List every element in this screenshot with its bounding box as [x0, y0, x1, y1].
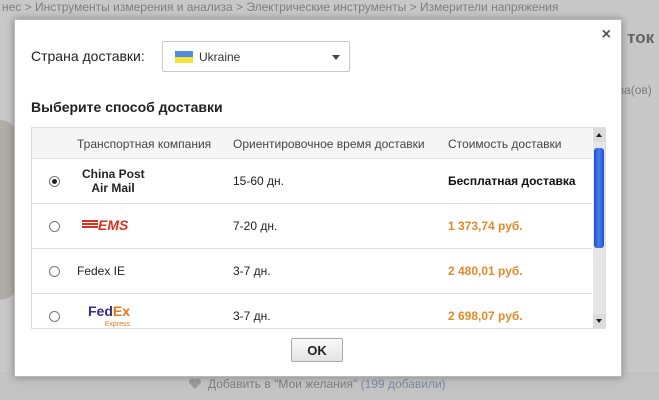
column-cost: Стоимость доставки	[448, 137, 562, 151]
table-header: Транспортная компания Ориентировочное вр…	[32, 128, 592, 159]
table-row[interactable]: Fedex IE 3-7 дн. 2 480,01 руб.	[32, 249, 592, 294]
column-time: Ориентировочное время доставки	[233, 137, 425, 151]
carrier-china-post: China Post Air Mail	[82, 167, 145, 195]
shipping-table: Транспортная компания Ориентировочное вр…	[31, 127, 606, 329]
scroll-up-icon[interactable]	[593, 128, 605, 142]
shipping-dialog: × Страна доставки: Ukraine Выберите спос…	[14, 19, 622, 377]
delivery-cost: 2 480,01 руб.	[448, 264, 523, 278]
country-dropdown[interactable]: Ukraine	[162, 41, 350, 72]
delivery-cost: 1 373,74 руб.	[448, 219, 523, 233]
table-row[interactable]: EMS 7-20 дн. 1 373,74 руб.	[32, 204, 592, 249]
column-carrier: Транспортная компания	[77, 137, 212, 151]
radio-fedex-express[interactable]	[49, 311, 60, 322]
table-row[interactable]: China Post Air Mail 15-60 дн. Бесплатная …	[32, 159, 592, 204]
delivery-time: 7-20 дн.	[233, 219, 278, 233]
shipping-method-title: Выберите способ доставки	[31, 99, 223, 115]
carrier-fedex-ie: Fedex IE	[77, 264, 126, 278]
country-value: Ukraine	[199, 50, 241, 64]
ems-logo-icon: EMS	[82, 217, 128, 233]
chevron-down-icon	[332, 55, 340, 60]
close-icon[interactable]: ×	[602, 26, 611, 44]
table-scrollbar[interactable]	[593, 128, 605, 328]
country-label: Страна доставки:	[31, 48, 145, 64]
radio-fedex-ie[interactable]	[49, 266, 60, 277]
scroll-down-icon[interactable]	[593, 314, 605, 328]
fedex-logo-icon: FedEx Express	[88, 303, 131, 328]
ukraine-flag-icon	[175, 51, 193, 63]
delivery-time: 3-7 дн.	[233, 264, 271, 278]
delivery-cost: Бесплатная доставка	[448, 174, 576, 188]
radio-china-post[interactable]	[49, 176, 60, 187]
delivery-time: 3-7 дн.	[233, 309, 271, 323]
delivery-time: 15-60 дн.	[233, 174, 284, 188]
delivery-cost: 2 698,07 руб.	[448, 309, 523, 323]
radio-ems[interactable]	[49, 221, 60, 232]
ok-button[interactable]: OK	[291, 338, 343, 362]
scroll-thumb[interactable]	[594, 148, 604, 248]
table-row[interactable]: FedEx Express 3-7 дн. 2 698,07 руб.	[32, 294, 592, 328]
